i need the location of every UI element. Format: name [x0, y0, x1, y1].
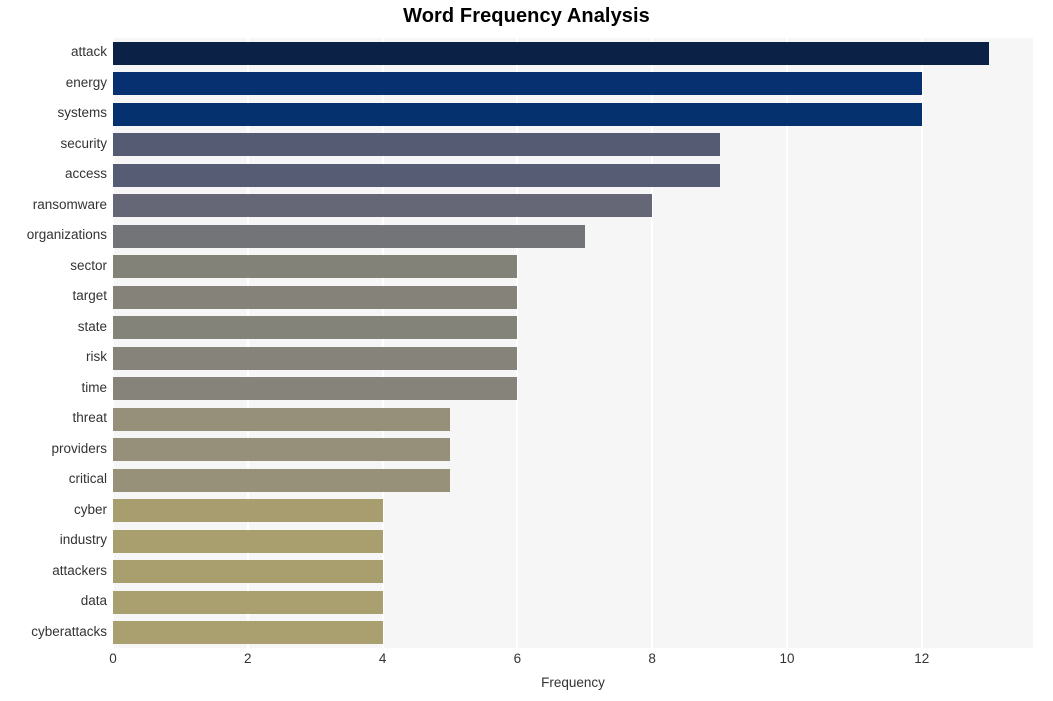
bar-row[interactable] [113, 377, 1033, 401]
bar-attack[interactable] [113, 41, 990, 65]
y-axis-label-target: target [72, 288, 107, 304]
bar-systems[interactable] [113, 102, 922, 126]
bar-row[interactable] [113, 102, 1033, 126]
chart-title: Word Frequency Analysis [403, 5, 650, 27]
bar-row[interactable] [113, 529, 1033, 553]
y-axis-label-access: access [64, 166, 107, 182]
bar-security[interactable] [113, 133, 720, 157]
bar-row[interactable] [113, 407, 1033, 431]
x-axis-ticks: 0 2 4 6 8 10 12 [109, 651, 1033, 671]
x-tick-label-0: 0 [109, 651, 117, 666]
bar-row[interactable] [113, 72, 1033, 96]
bar-state[interactable] [113, 316, 518, 340]
bar-row[interactable] [113, 621, 1033, 645]
bar-row[interactable] [113, 438, 1033, 462]
y-axis-label-critical: critical [68, 471, 107, 487]
bar-row[interactable] [113, 163, 1033, 187]
y-axis-label-threat: threat [72, 410, 107, 426]
bar-row[interactable] [113, 468, 1033, 492]
bar-row[interactable] [113, 316, 1033, 340]
bar-attackers[interactable] [113, 560, 383, 584]
y-axis-label-cyber: cyber [73, 501, 107, 517]
y-axis-label-data: data [80, 593, 107, 609]
y-axis-label-ransomware: ransomware [32, 196, 107, 212]
x-tick-label-10: 10 [779, 651, 795, 666]
y-axis-label-energy: energy [65, 74, 107, 90]
y-axis-label-providers: providers [51, 440, 107, 456]
y-axis-label-sector: sector [70, 257, 107, 273]
bar-energy[interactable] [113, 72, 922, 96]
bars-layer [113, 38, 1033, 648]
y-axis-label-organizations: organizations [26, 227, 107, 243]
x-tick-label-12: 12 [914, 651, 930, 666]
x-tick-label-8: 8 [648, 651, 656, 666]
y-axis-label-attackers: attackers [52, 562, 107, 578]
bar-providers[interactable] [113, 438, 450, 462]
bar-row[interactable] [113, 346, 1033, 370]
bar-data[interactable] [113, 590, 383, 614]
y-axis-label-industry: industry [59, 532, 107, 548]
x-axis-title: Frequency [541, 675, 605, 690]
y-axis-label-cyberattacks: cyberattacks [31, 623, 107, 639]
bar-row[interactable] [113, 499, 1033, 523]
y-axis-label-risk: risk [86, 349, 107, 365]
y-axis-labels: attack energy systems security access ransomw… [0, 38, 107, 648]
bar-industry[interactable] [113, 529, 383, 553]
bar-row[interactable] [113, 194, 1033, 218]
bar-access[interactable] [113, 163, 720, 187]
bar-row[interactable] [113, 41, 1033, 65]
bar-row[interactable] [113, 590, 1033, 614]
bar-risk[interactable] [113, 346, 518, 370]
bar-cyber[interactable] [113, 499, 383, 523]
x-tick-label-2: 2 [244, 651, 252, 666]
bar-sector[interactable] [113, 255, 518, 279]
y-axis-label-systems: systems [57, 105, 107, 121]
bar-ransomware[interactable] [113, 194, 653, 218]
bar-threat[interactable] [113, 407, 450, 431]
bar-row[interactable] [113, 224, 1033, 248]
bar-row[interactable] [113, 285, 1033, 309]
bar-row[interactable] [113, 133, 1033, 157]
plot-area [113, 38, 1033, 648]
bar-cyberattacks[interactable] [113, 621, 383, 645]
y-axis-label-security: security [60, 135, 107, 151]
bar-target[interactable] [113, 285, 518, 309]
y-axis-label-attack: attack [70, 44, 107, 60]
y-axis-label-time: time [81, 379, 107, 395]
bar-critical[interactable] [113, 468, 450, 492]
bar-time[interactable] [113, 377, 518, 401]
bar-organizations[interactable] [113, 224, 585, 248]
bar-row[interactable] [113, 560, 1033, 584]
x-tick-label-4: 4 [378, 651, 387, 666]
word-frequency-chart: Word Frequency Analysis attack energy syst… [0, 0, 1053, 701]
x-tick-label-6: 6 [513, 651, 522, 666]
bar-row[interactable] [113, 255, 1033, 279]
y-axis-label-state: state [77, 318, 107, 334]
